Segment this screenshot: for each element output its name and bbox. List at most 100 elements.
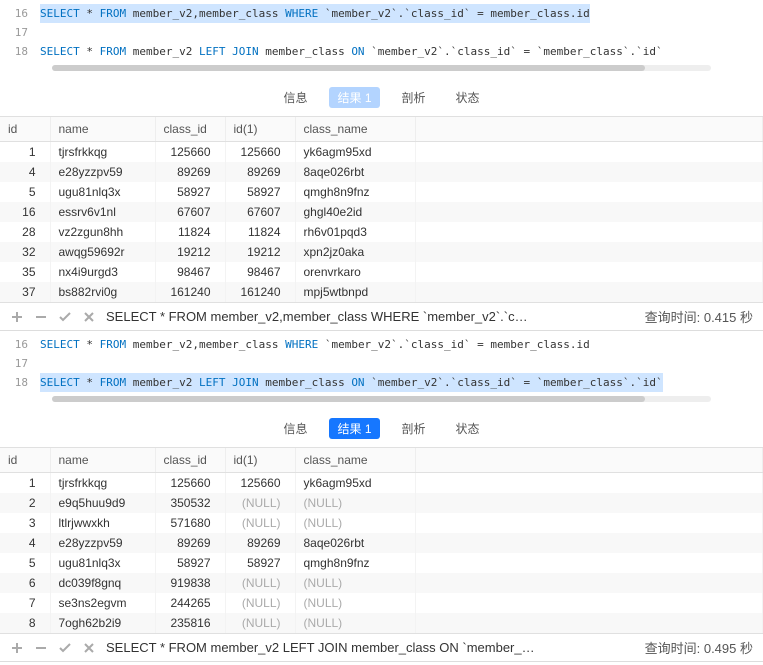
table-row[interactable]: 5ugu81nlq3x5892758927qmgh8n9fnz bbox=[0, 553, 763, 573]
plus-icon[interactable] bbox=[10, 641, 24, 655]
column-header[interactable]: name bbox=[50, 117, 155, 142]
cell: 8 bbox=[0, 613, 50, 633]
table-row[interactable]: 28vz2zgun8hh1182411824rh6v01pqd3 bbox=[0, 222, 763, 242]
table-row[interactable]: 4e28yzzpv5989269892698aqe026rbt bbox=[0, 162, 763, 182]
code-content: SELECT * FROM member_v2,member_class WHE… bbox=[40, 335, 590, 354]
tab-status[interactable]: 状态 bbox=[448, 418, 488, 439]
tab-profile[interactable]: 剖析 bbox=[394, 87, 434, 108]
cell: 1 bbox=[0, 473, 50, 494]
column-header[interactable]: id(1) bbox=[225, 117, 295, 142]
check-icon[interactable] bbox=[58, 641, 72, 655]
tab-result[interactable]: 结果 1 bbox=[329, 418, 379, 439]
cell bbox=[415, 262, 763, 282]
line-number: 17 bbox=[0, 354, 40, 373]
cell: 35 bbox=[0, 262, 50, 282]
cell: orenvrkaro bbox=[295, 262, 415, 282]
tab-info[interactable]: 信息 bbox=[275, 87, 315, 108]
line-number: 18 bbox=[0, 373, 40, 392]
column-header[interactable]: class_name bbox=[295, 117, 415, 142]
cell: 8aqe026rbt bbox=[295, 162, 415, 182]
cell: (NULL) bbox=[295, 593, 415, 613]
table-row[interactable]: 2e9q5huu9d9350532(NULL)(NULL) bbox=[0, 493, 763, 513]
cell: 350532 bbox=[155, 493, 225, 513]
cell: 125660 bbox=[155, 473, 225, 494]
code-content: SELECT * FROM member_v2,member_class WHE… bbox=[40, 4, 590, 23]
table-row[interactable]: 1tjrsfrkkqg125660125660yk6agm95xd bbox=[0, 142, 763, 163]
close-icon[interactable] bbox=[82, 641, 96, 655]
cell: 125660 bbox=[225, 473, 295, 494]
column-header[interactable]: class_id bbox=[155, 117, 225, 142]
minus-icon[interactable] bbox=[34, 641, 48, 655]
status-time: 查询时间: 0.495 秒 bbox=[645, 638, 753, 657]
cell: 98467 bbox=[155, 262, 225, 282]
table-row[interactable]: 37bs882rvi0g161240161240mpj5wtbnpd bbox=[0, 282, 763, 302]
code-line-18[interactable]: 18SELECT * FROM member_v2 LEFT JOIN memb… bbox=[0, 42, 763, 61]
scroll-thumb[interactable] bbox=[52, 65, 645, 71]
table-row[interactable]: 5ugu81nlq3x5892758927qmgh8n9fnz bbox=[0, 182, 763, 202]
cell: (NULL) bbox=[295, 573, 415, 593]
cell: qmgh8n9fnz bbox=[295, 182, 415, 202]
cell: 161240 bbox=[155, 282, 225, 302]
column-header[interactable]: name bbox=[50, 448, 155, 473]
tab-profile[interactable]: 剖析 bbox=[394, 418, 434, 439]
cell: 6 bbox=[0, 573, 50, 593]
status-query-text: SELECT * FROM member_v2,member_class WHE… bbox=[106, 309, 635, 324]
table-row[interactable]: 7se3ns2egvm244265(NULL)(NULL) bbox=[0, 593, 763, 613]
cell: 11824 bbox=[225, 222, 295, 242]
result-table[interactable]: idnameclass_idid(1)class_name 1tjrsfrkkq… bbox=[0, 117, 763, 302]
cell: 28 bbox=[0, 222, 50, 242]
cell: (NULL) bbox=[225, 493, 295, 513]
code-editor[interactable]: 16SELECT * FROM member_v2,member_class W… bbox=[0, 0, 763, 79]
result-table[interactable]: idnameclass_idid(1)class_name 1tjrsfrkkq… bbox=[0, 448, 763, 633]
table-row[interactable]: 87ogh62b2i9235816(NULL)(NULL) bbox=[0, 613, 763, 633]
cell: 67607 bbox=[155, 202, 225, 222]
column-header[interactable]: id bbox=[0, 448, 50, 473]
table-row[interactable]: 1tjrsfrkkqg125660125660yk6agm95xd bbox=[0, 473, 763, 494]
column-header[interactable]: class_name bbox=[295, 448, 415, 473]
cell: 5 bbox=[0, 182, 50, 202]
horizontal-scrollbar[interactable] bbox=[52, 396, 711, 402]
column-header[interactable]: class_id bbox=[155, 448, 225, 473]
cell: ugu81nlq3x bbox=[50, 182, 155, 202]
cell: 37 bbox=[0, 282, 50, 302]
tab-info[interactable]: 信息 bbox=[275, 418, 315, 439]
cell: 58927 bbox=[155, 182, 225, 202]
check-icon[interactable] bbox=[58, 310, 72, 324]
code-line-17[interactable]: 17 bbox=[0, 23, 763, 42]
cell bbox=[415, 473, 763, 494]
close-icon[interactable] bbox=[82, 310, 96, 324]
cell bbox=[415, 553, 763, 573]
table-row[interactable]: 35nx4i9urgd39846798467orenvrkaro bbox=[0, 262, 763, 282]
cell: 58927 bbox=[225, 553, 295, 573]
code-line-18[interactable]: 18SELECT * FROM member_v2 LEFT JOIN memb… bbox=[0, 373, 763, 392]
code-line-16[interactable]: 16SELECT * FROM member_v2,member_class W… bbox=[0, 4, 763, 23]
cell: 89269 bbox=[225, 162, 295, 182]
table-row[interactable]: 4e28yzzpv5989269892698aqe026rbt bbox=[0, 533, 763, 553]
code-content: SELECT * FROM member_v2 LEFT JOIN member… bbox=[40, 373, 663, 392]
cell: 919838 bbox=[155, 573, 225, 593]
table-row[interactable]: 3ltlrjwwxkh571680(NULL)(NULL) bbox=[0, 513, 763, 533]
plus-icon[interactable] bbox=[10, 310, 24, 324]
cell: 16 bbox=[0, 202, 50, 222]
cell: 2 bbox=[0, 493, 50, 513]
scroll-thumb[interactable] bbox=[52, 396, 645, 402]
horizontal-scrollbar[interactable] bbox=[52, 65, 711, 71]
cell: mpj5wtbnpd bbox=[295, 282, 415, 302]
table-row[interactable]: 16essrv6v1nl6760767607ghgl40e2id bbox=[0, 202, 763, 222]
code-line-17[interactable]: 17 bbox=[0, 354, 763, 373]
tab-result[interactable]: 结果 1 bbox=[329, 87, 379, 108]
minus-icon[interactable] bbox=[34, 310, 48, 324]
code-line-16[interactable]: 16SELECT * FROM member_v2,member_class W… bbox=[0, 335, 763, 354]
column-header[interactable]: id bbox=[0, 117, 50, 142]
table-row[interactable]: 6dc039f8gnq919838(NULL)(NULL) bbox=[0, 573, 763, 593]
query-panel-1: 16 SELECT * FROM member_v2,member_class W… bbox=[0, 0, 763, 331]
cell bbox=[415, 202, 763, 222]
cell: (NULL) bbox=[225, 513, 295, 533]
table-row[interactable]: 32awqg59692r1921219212xpn2jz0aka bbox=[0, 242, 763, 262]
column-header[interactable]: id(1) bbox=[225, 448, 295, 473]
tab-status[interactable]: 状态 bbox=[448, 87, 488, 108]
result-tabs: 信息 结果 1 剖析 状态 bbox=[0, 410, 763, 447]
cell: nx4i9urgd3 bbox=[50, 262, 155, 282]
code-editor[interactable]: 16SELECT * FROM member_v2,member_class W… bbox=[0, 331, 763, 410]
cell: 67607 bbox=[225, 202, 295, 222]
